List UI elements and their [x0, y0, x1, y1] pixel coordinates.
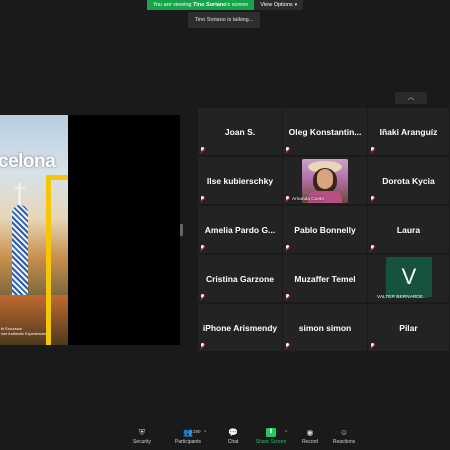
participant-name: iPhone Arismendy — [202, 322, 278, 333]
participant-tile[interactable]: Amelia Pardo G... — [198, 206, 282, 253]
participant-avatar: V — [386, 257, 432, 297]
participant-tile[interactable]: Oleg Konstantin... — [283, 108, 367, 155]
participant-name: Muzaffer Temel — [294, 273, 356, 284]
chat-icon: 💬 — [228, 428, 238, 437]
viewing-screen-notice: You are viewing Tino Soriano's screen — [146, 0, 255, 10]
participant-name: Dorota Kycia — [382, 175, 435, 186]
reactions-label: Reactions — [332, 439, 356, 445]
record-icon: ◉ — [306, 428, 314, 437]
shield-icon: ⛨ — [139, 428, 145, 437]
participant-tile[interactable]: Ilse kubierschky — [198, 157, 282, 204]
mic-muted-icon — [285, 196, 290, 202]
participant-name: Pilar — [399, 322, 418, 333]
security-label: Security — [132, 439, 152, 445]
chevron-up-icon: ︿ — [407, 94, 415, 101]
presenter-name: Tino Soriano — [192, 2, 227, 8]
chevron-down-icon: ▾ — [294, 2, 298, 8]
mic-muted-icon — [370, 147, 375, 153]
reactions-icon: ☺ — [339, 428, 349, 437]
participants-label: Participants — [174, 439, 202, 445]
view-options-button[interactable]: View Options ▾ — [254, 0, 304, 10]
participant-name: Ilse kubierschky — [206, 175, 274, 186]
participant-name: Laura — [396, 224, 421, 235]
shared-poster-image: celona th Excursion lore Authentic Exper… — [0, 115, 68, 345]
security-button[interactable]: ⛨ Security — [122, 425, 162, 450]
participant-tile[interactable]: Joan S. — [198, 108, 282, 155]
split-resize-handle[interactable] — [180, 224, 183, 236]
participant-name: Amelia Pardo G... — [204, 224, 276, 235]
view-options-label: View Options — [260, 2, 293, 8]
yellow-frame-logo — [46, 175, 68, 345]
viewing-prefix: You are viewing — [152, 2, 193, 8]
mic-muted-icon — [285, 294, 290, 300]
mic-muted-icon — [200, 294, 205, 300]
participant-tile[interactable]: Muzaffer Temel — [283, 255, 367, 302]
participant-name: Amanda Cueto — [292, 197, 324, 202]
participant-name: VALTER BERNARDE... — [377, 295, 427, 300]
participant-video-tile[interactable]: Amanda Cueto — [283, 157, 367, 204]
chat-button[interactable]: 💬 Chat — [213, 425, 253, 450]
participant-tile[interactable]: Dorota Kycia — [368, 157, 449, 204]
shared-screen[interactable]: celona th Excursion lore Authentic Exper… — [0, 115, 180, 345]
participant-tile[interactable]: V VALTER BERNARDE... — [368, 255, 449, 302]
mic-muted-icon — [285, 147, 290, 153]
mic-muted-icon — [200, 245, 205, 251]
participant-tile[interactable]: Pilar — [368, 304, 449, 351]
share-screen-icon: ⬆ — [266, 428, 276, 437]
mic-muted-icon — [370, 245, 375, 251]
mic-muted-icon — [285, 343, 290, 349]
participant-tile[interactable]: iPhone Arismendy — [198, 304, 282, 351]
participant-name: Pablo Bonnelly — [294, 224, 356, 235]
mic-muted-icon — [200, 147, 205, 153]
meeting-toolbar: ⛨ Security 👥 190 Participants ^ 💬 Chat ⬆… — [0, 425, 450, 450]
participant-tile[interactable]: Cristina Garzone — [198, 255, 282, 302]
mic-muted-icon — [370, 343, 375, 349]
participant-gallery: Joan S. Oleg Konstantin... Iñaki Aranguí… — [198, 108, 449, 351]
chat-label: Chat — [227, 439, 239, 445]
participants-button[interactable]: 👥 190 Participants ^ — [168, 425, 208, 450]
participant-tile[interactable]: simon simon — [283, 304, 367, 351]
chevron-up-icon[interactable]: ^ — [204, 430, 206, 436]
chevron-up-icon[interactable]: ^ — [285, 430, 287, 436]
mic-muted-icon — [200, 196, 205, 202]
zoom-meeting-window: You are viewing Tino Soriano's screen Vi… — [0, 0, 450, 450]
mic-muted-icon — [370, 196, 375, 202]
participant-name: Joan S. — [224, 126, 256, 137]
participant-tile[interactable]: Pablo Bonnelly — [283, 206, 367, 253]
participant-name: Iñaki Aranguíz — [379, 126, 438, 137]
mic-muted-icon — [200, 343, 205, 349]
screen-share-banner: You are viewing Tino Soriano's screen Vi… — [0, 0, 450, 10]
participant-name: Oleg Konstantin... — [288, 126, 362, 137]
tower-graphic — [12, 183, 28, 303]
participant-tile[interactable]: Laura — [368, 206, 449, 253]
poster-caption: th Excursion lore Authentic Experiences — [1, 327, 46, 337]
poster-caption-line2: lore Authentic Experiences — [1, 332, 46, 336]
poster-title: celona — [0, 151, 56, 172]
mic-muted-icon — [285, 245, 290, 251]
share-screen-button[interactable]: ⬆ Share Screen ^ — [251, 425, 291, 450]
participant-name: simon simon — [298, 322, 352, 333]
participant-name: Cristina Garzone — [205, 273, 275, 284]
viewing-suffix: 's screen — [226, 2, 249, 8]
talking-indicator: Tino Soriano is talking... — [188, 12, 260, 28]
participants-count: 190 — [193, 429, 201, 434]
share-screen-label: Share Screen — [255, 439, 287, 445]
participants-icon: 👥 — [183, 428, 193, 437]
participant-tile[interactable]: Iñaki Aranguíz — [368, 108, 449, 155]
collapse-gallery-button[interactable]: ︿ — [395, 92, 427, 104]
reactions-button[interactable]: ☺ Reactions — [324, 425, 364, 450]
